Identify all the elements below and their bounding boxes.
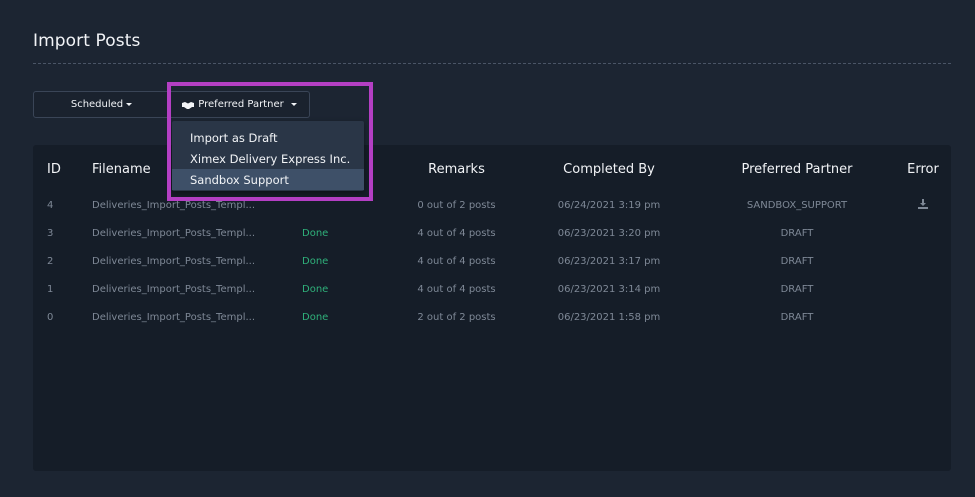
cell-error <box>895 275 951 303</box>
cell-id: 1 <box>47 283 54 295</box>
imports-table: ID Filename Remarks Completed By Preferr… <box>33 145 951 331</box>
handshake-icon <box>182 101 195 109</box>
cell-status: Done <box>302 255 329 267</box>
cell-preferred-partner: DRAFT <box>780 283 814 295</box>
cell-filename[interactable]: Deliveries_Import_Posts_Templ... <box>92 247 302 275</box>
table-row[interactable]: 3 Deliveries_Import_Posts_Templ... Done … <box>33 219 951 247</box>
import-posts-page: Import Posts Scheduled Preferred Partner… <box>0 0 975 497</box>
cell-filename[interactable]: Deliveries_Import_Posts_Templ... <box>92 303 302 331</box>
cell-remarks: 0 out of 2 posts <box>417 199 496 211</box>
filter-button-group: Scheduled Preferred Partner <box>33 91 310 118</box>
header-remarks[interactable]: Remarks <box>394 145 519 191</box>
table-row[interactable]: 0 Deliveries_Import_Posts_Templ... Done … <box>33 303 951 331</box>
cell-filename[interactable]: Deliveries_Import_Posts_Templ... <box>92 191 302 219</box>
dropdown-item-sandbox-support[interactable]: Sandbox Support <box>172 169 364 190</box>
cell-completed-by: 06/23/2021 3:14 pm <box>557 283 661 295</box>
cell-completed-by: 06/23/2021 3:17 pm <box>557 255 661 267</box>
cell-preferred-partner: DRAFT <box>780 311 814 323</box>
header-completed-by[interactable]: Completed By <box>519 145 699 191</box>
caret-down-icon <box>290 103 297 106</box>
cell-id: 2 <box>47 255 54 267</box>
table-row[interactable]: 1 Deliveries_Import_Posts_Templ... Done … <box>33 275 951 303</box>
cell-completed-by: 06/23/2021 3:20 pm <box>557 227 661 239</box>
header-error[interactable]: Error <box>895 145 951 191</box>
cell-remarks: 2 out of 2 posts <box>417 311 496 323</box>
table-row[interactable]: 4 Deliveries_Import_Posts_Templ... 0 out… <box>33 191 951 219</box>
cell-error <box>895 219 951 247</box>
cell-remarks: 4 out of 4 posts <box>417 227 496 239</box>
download-icon[interactable] <box>918 198 928 212</box>
scheduled-filter-label: Scheduled <box>70 99 124 110</box>
cell-remarks: 4 out of 4 posts <box>417 255 496 267</box>
table-row[interactable]: 2 Deliveries_Import_Posts_Templ... Done … <box>33 247 951 275</box>
preferred-partner-filter-button[interactable]: Preferred Partner <box>170 91 310 118</box>
cell-completed-by: 06/23/2021 1:58 pm <box>557 311 661 323</box>
cell-completed-by: 06/24/2021 3:19 pm <box>557 199 661 211</box>
preferred-partner-dropdown-menu: Import as Draft Ximex Delivery Express I… <box>172 121 364 191</box>
cell-filename[interactable]: Deliveries_Import_Posts_Templ... <box>92 275 302 303</box>
scheduled-filter-button[interactable]: Scheduled <box>33 91 170 118</box>
cell-status: Done <box>302 311 329 323</box>
header-preferred-partner[interactable]: Preferred Partner <box>699 145 895 191</box>
dropdown-item-ximex-delivery[interactable]: Ximex Delivery Express Inc. <box>172 148 364 169</box>
cell-preferred-partner: DRAFT <box>780 255 814 267</box>
page-title: Import Posts <box>33 31 141 51</box>
imports-table-card: ID Filename Remarks Completed By Preferr… <box>33 145 951 471</box>
cell-preferred-partner: DRAFT <box>780 227 814 239</box>
cell-error <box>895 303 951 331</box>
cell-remarks: 4 out of 4 posts <box>417 283 496 295</box>
header-id[interactable]: ID <box>33 145 92 191</box>
cell-error <box>895 247 951 275</box>
title-divider <box>33 63 951 64</box>
cell-status <box>302 191 394 219</box>
table-header-row: ID Filename Remarks Completed By Preferr… <box>33 145 951 191</box>
preferred-partner-filter-label: Preferred Partner <box>198 99 284 110</box>
dropdown-item-import-as-draft[interactable]: Import as Draft <box>172 127 364 148</box>
cell-id: 4 <box>47 199 54 211</box>
cell-filename[interactable]: Deliveries_Import_Posts_Templ... <box>92 219 302 247</box>
cell-id: 0 <box>47 311 54 323</box>
cell-status: Done <box>302 283 329 295</box>
cell-status: Done <box>302 227 329 239</box>
cell-preferred-partner: SANDBOX_SUPPORT <box>746 199 848 211</box>
cell-id: 3 <box>47 227 54 239</box>
caret-down-icon <box>126 103 133 106</box>
cell-error <box>895 191 951 219</box>
